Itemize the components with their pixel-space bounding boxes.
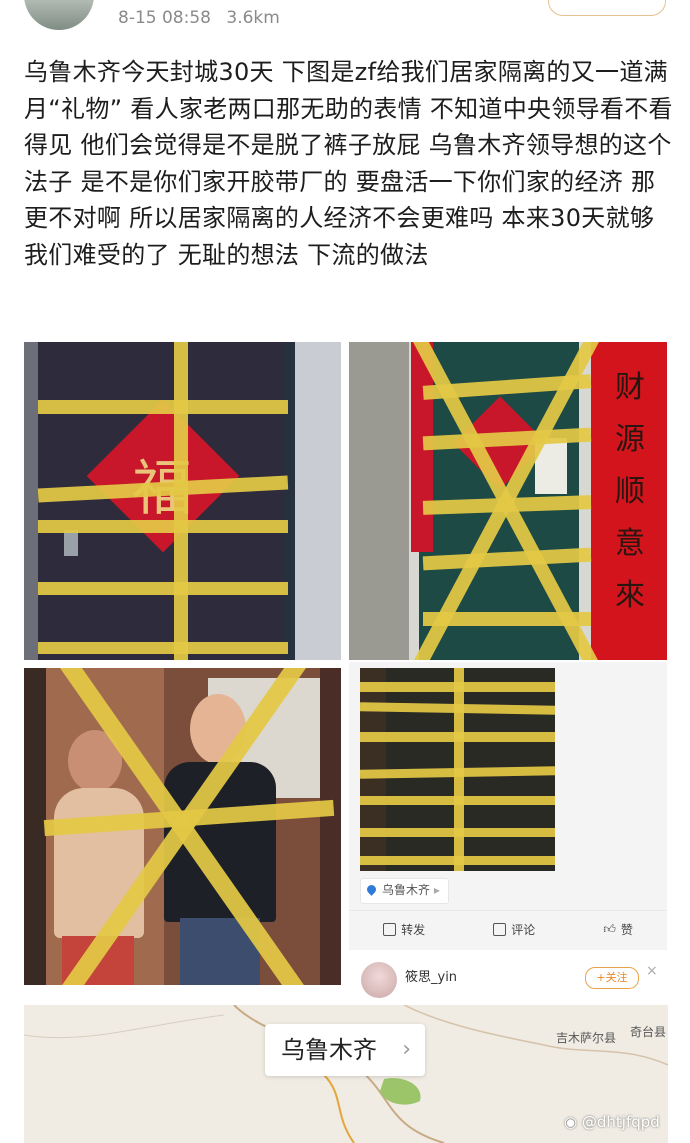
comment-icon [493, 922, 507, 936]
map-county-jimusaer: 吉木萨尔县 [556, 1031, 617, 1045]
photo-couple[interactable] [24, 668, 341, 985]
weibo-icon: ◉ [564, 1113, 578, 1131]
close-icon[interactable]: × [646, 963, 658, 979]
couplet-text: 财源顺意來 [615, 370, 645, 613]
username[interactable]: 筱思_yin [405, 966, 457, 985]
like-icon: 👍︎ [603, 921, 616, 936]
repost-button[interactable]: 转发 [383, 921, 425, 938]
post-meta: 8-15 08:58 3.6km [118, 8, 290, 28]
repost-label: 转发 [401, 922, 426, 937]
like-button[interactable]: 👍︎ 赞 [603, 921, 633, 938]
watermark-text: @dhtjfqpd [581, 1113, 660, 1131]
repost-icon [383, 922, 397, 936]
location-label: 乌鲁木齐 [382, 883, 431, 897]
chevron-right-icon: › [402, 1037, 411, 1062]
action-bar: 转发 评论 👍︎ 赞 [349, 910, 667, 947]
location-tag[interactable]: 乌鲁木齐 ▸ [360, 878, 449, 904]
avatar[interactable] [24, 0, 94, 30]
follow-button[interactable]: +关注 [585, 967, 639, 989]
photo-taped-door-card[interactable] [360, 668, 555, 871]
map-location-label[interactable]: 乌鲁木齐 › [265, 1024, 425, 1076]
photo-door-fu[interactable]: 福 [24, 342, 341, 660]
watermark: ◉ @dhtjfqpd [564, 1113, 660, 1131]
location-pin-icon [365, 883, 378, 896]
post-distance: 3.6km [226, 8, 280, 28]
map-city-name: 乌鲁木齐 [281, 1036, 377, 1064]
comment-label: 评论 [511, 922, 536, 937]
like-label: 赞 [620, 922, 633, 937]
post-text: 乌鲁木齐今天封城30天 下图是zf给我们居家隔离的又一道满月“礼物” 看人家老两… [24, 58, 673, 269]
comment-button[interactable]: 评论 [493, 921, 535, 938]
photo-door-couplet[interactable]: 财源顺意來 [349, 342, 667, 660]
map-county-qitai: 奇台县 [630, 1025, 667, 1039]
follow-button-top[interactable] [548, 0, 666, 16]
post-time: 8-15 08:58 [118, 8, 211, 28]
user-avatar[interactable] [361, 962, 397, 998]
chevron-right-icon: ▸ [433, 883, 440, 897]
